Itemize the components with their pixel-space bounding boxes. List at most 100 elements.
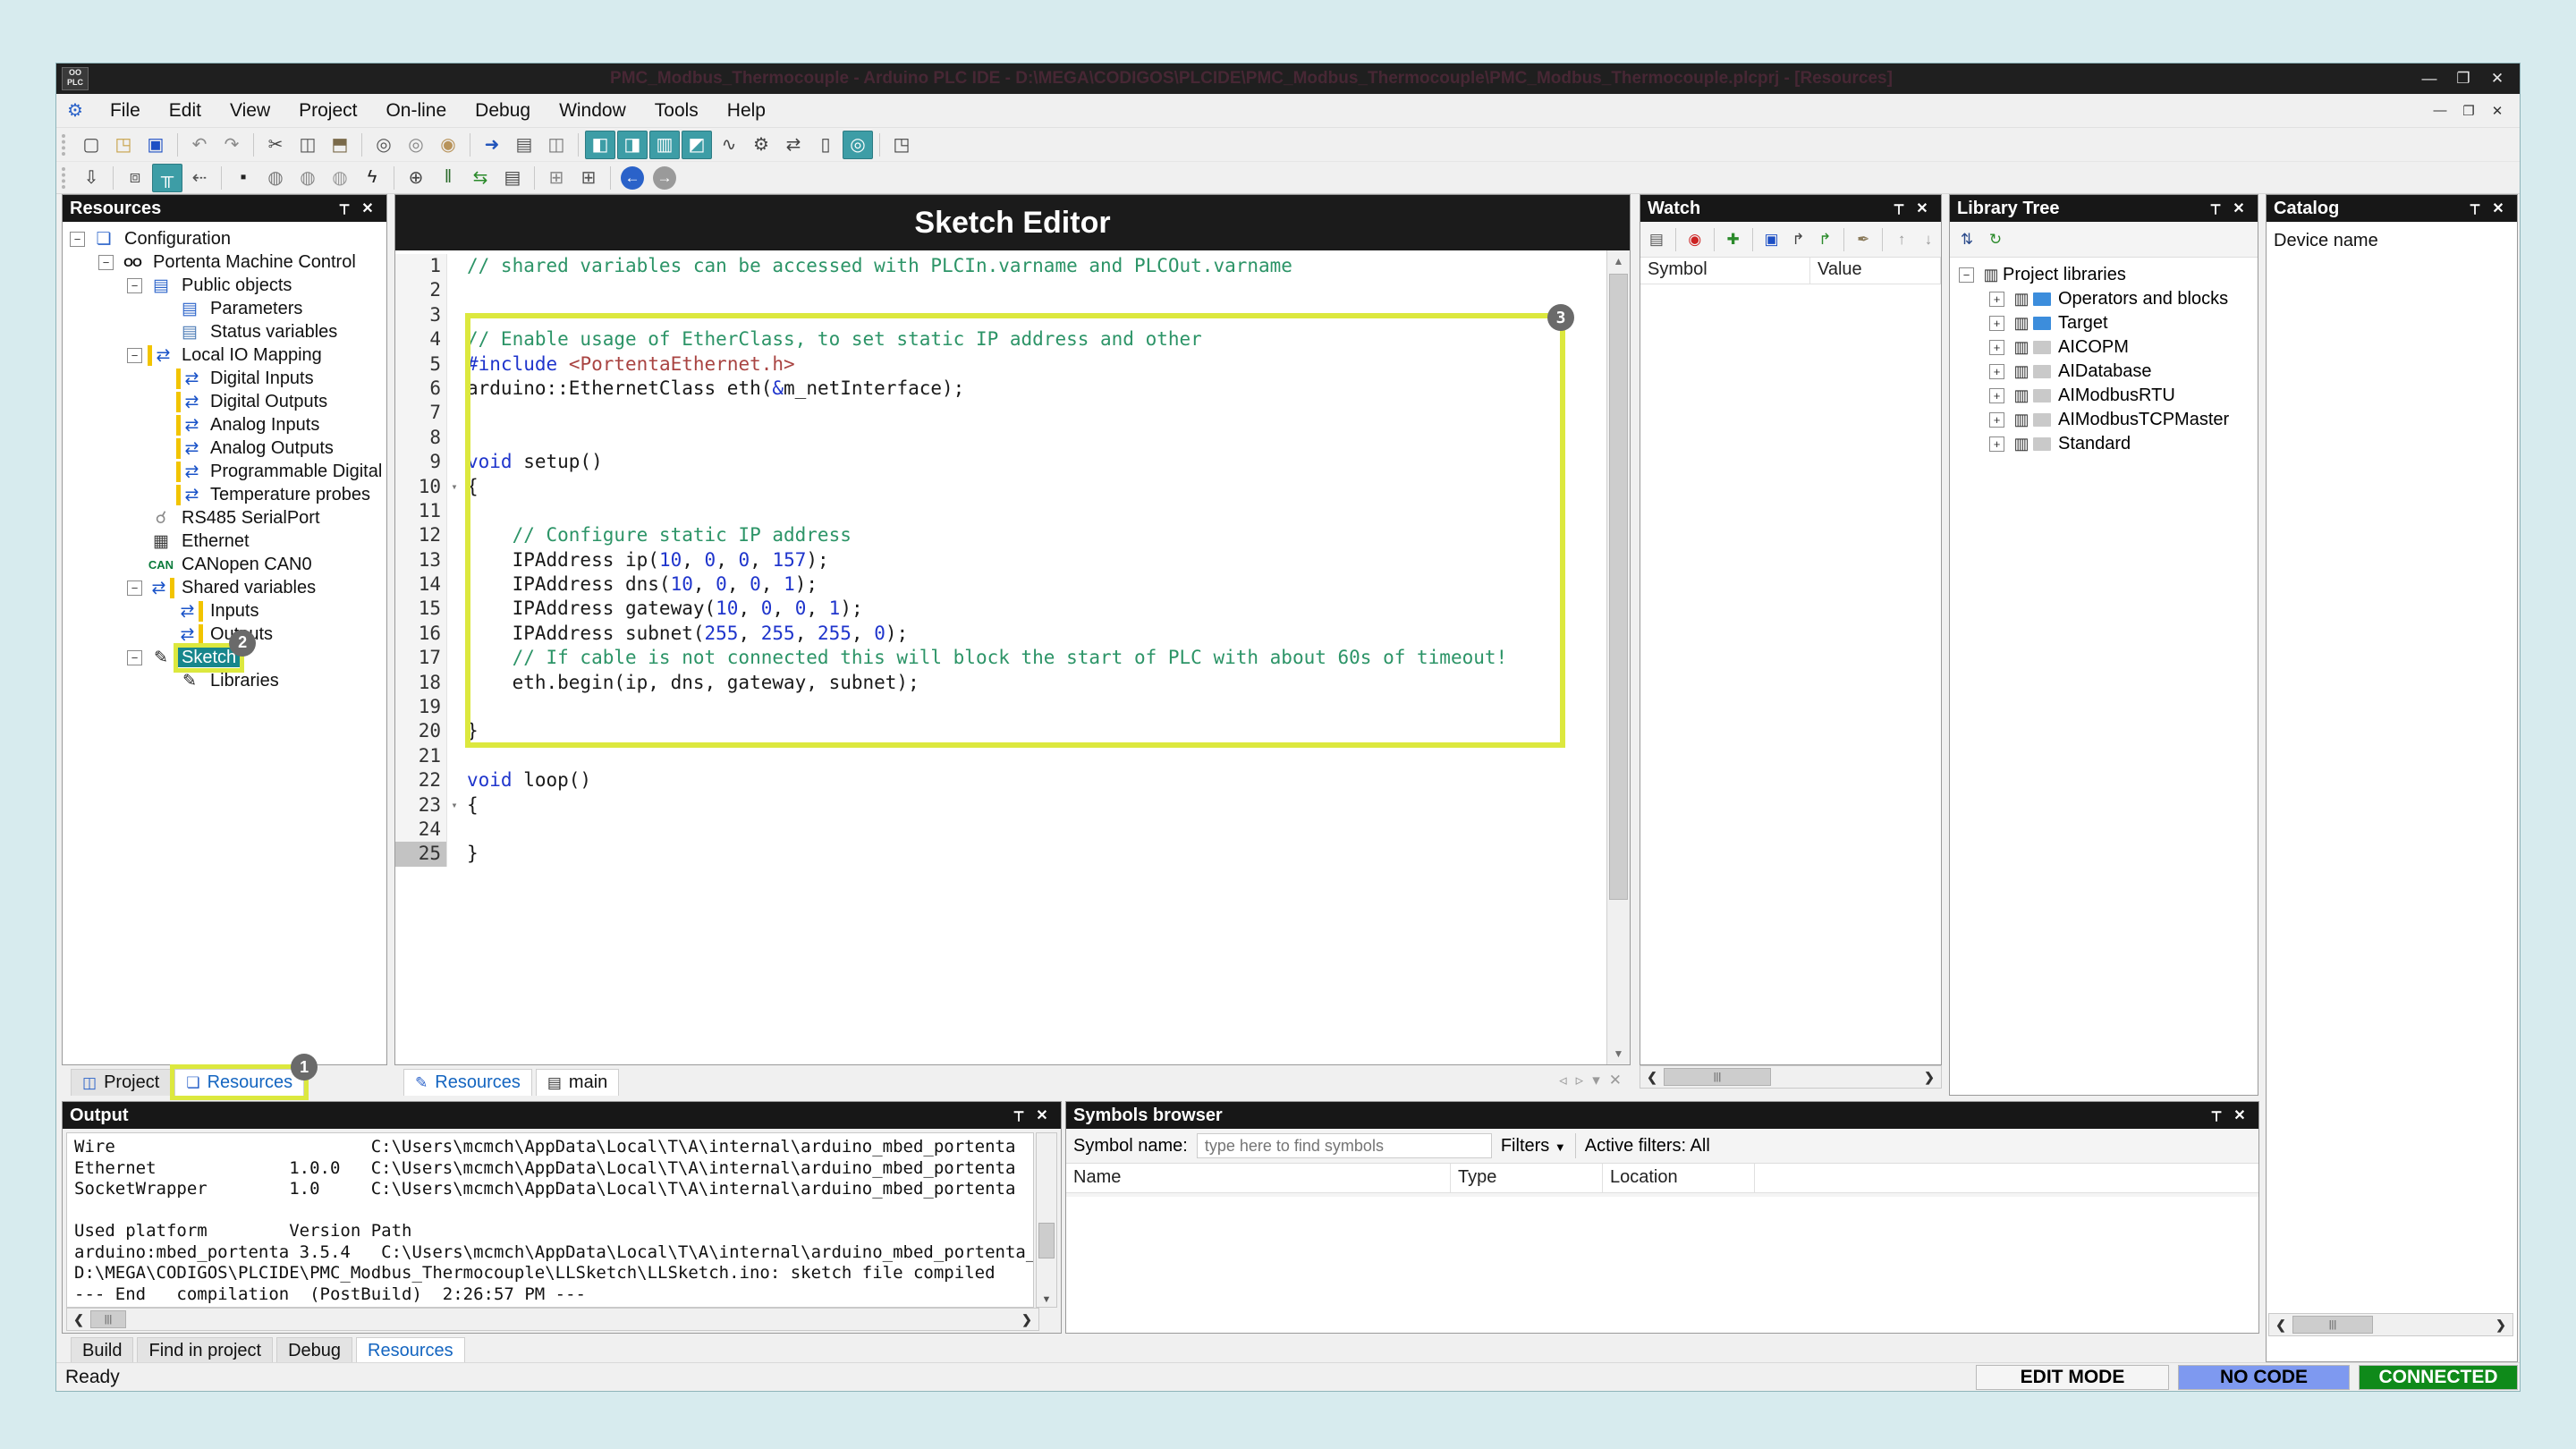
restore-button[interactable]: ❐ [2448,70,2479,88]
build-icon[interactable]: ‖ [433,164,463,192]
close-icon[interactable]: ✕ [2487,199,2510,217]
menu-debug[interactable]: Debug [461,97,545,125]
pin-icon[interactable]: ⟂ [1007,1107,1030,1123]
fullscreen-icon[interactable]: ◳ [886,131,917,159]
pin-icon[interactable]: ⟂ [2463,200,2487,216]
library-item-aidatabase[interactable]: +▥AIDatabase [1950,360,2258,384]
tree-item-parameters[interactable]: ▤Parameters [63,297,386,320]
library-tree[interactable]: −▥Project libraries+▥Operators and block… [1950,258,2258,456]
options-window-icon[interactable]: ⚙ [746,131,776,159]
symbols-col-name[interactable]: Name [1066,1164,1451,1192]
oscilloscope-window-icon[interactable]: ∿ [714,131,744,159]
close-icon[interactable]: ✕ [2227,199,2250,217]
library-item-aicopm[interactable]: +▥AICOPM [1950,335,2258,360]
add-symbol-icon[interactable]: ✚ [1721,227,1746,252]
text-window-icon[interactable]: ▯ [810,131,841,159]
hot-restart-icon[interactable]: ◍ [325,164,355,192]
code-area[interactable]: 1// shared variables can be accessed wit… [395,250,1606,1064]
grid-props-icon[interactable]: ⊞ [573,164,604,192]
menu-file[interactable]: File [96,97,155,125]
scroll-up-icon[interactable]: ▲ [1607,250,1630,272]
copy-icon[interactable]: ◫ [292,131,323,159]
open-project-icon[interactable]: ◳ [108,131,139,159]
tab-prev-icon[interactable]: ◃ [1559,1072,1567,1089]
tree-item-ethernet[interactable]: ▦Ethernet [63,530,386,553]
symbols-window-icon[interactable]: ◎ [843,131,873,159]
paste-icon[interactable]: ⬒ [325,131,355,159]
tab-next-icon[interactable]: ▹ [1576,1072,1584,1089]
find-in-project-icon[interactable]: ◉ [433,131,463,159]
watch-list-icon[interactable]: ▤ [1644,227,1669,252]
pin-icon[interactable]: ⟂ [2205,1107,2228,1123]
output-hscrollbar[interactable]: ❮ ||| ❯ [66,1308,1039,1331]
move-up-icon[interactable]: ↑ [1889,227,1914,252]
print-preview-icon[interactable]: ◫ [541,131,572,159]
grid-icon[interactable]: ⊞ [541,164,572,192]
library-item-aimodbustcpmaster[interactable]: +▥AIModbusTCPMaster [1950,408,2258,432]
pin-icon[interactable]: ⟂ [2204,200,2227,216]
menu-window[interactable]: Window [545,97,640,125]
export-icon[interactable]: ↱ [1786,227,1811,252]
panel-tab-project[interactable]: ◫Project [71,1069,171,1096]
tree-item-analog-outputs[interactable]: ⇄Analog Outputs [63,436,386,460]
find-next-icon[interactable]: ◎ [401,131,431,159]
record-icon[interactable]: ◉ [1682,227,1707,252]
symbol-search-input[interactable] [1197,1133,1492,1158]
export-add-icon[interactable]: ↱ [1812,227,1837,252]
online-build-icon[interactable]: ⊕ [401,164,431,192]
connect-icon[interactable]: ╥ [152,164,182,192]
find-icon[interactable]: ◎ [369,131,399,159]
clear-watch-icon[interactable]: ✒ [1851,227,1876,252]
project-window-icon[interactable]: ◧ [585,131,615,159]
menu-tools[interactable]: Tools [640,97,713,125]
tree-item-status-variables[interactable]: ▤Status variables [63,320,386,343]
editor-tab-resources[interactable]: ✎Resources [403,1069,532,1096]
minimize-button[interactable]: — [2414,70,2445,88]
menu-help[interactable]: Help [713,97,780,125]
library-item-aimodbusrtu[interactable]: +▥AIModbusRTU [1950,384,2258,408]
navigate-forward-icon[interactable]: → [649,164,680,192]
library-item-standard[interactable]: +▥Standard [1950,432,2258,456]
close-icon[interactable]: ✕ [356,199,379,217]
scroll-left-icon[interactable]: ❮ [1640,1070,1664,1085]
menu-edit[interactable]: Edit [155,97,216,125]
tree-item-configuration[interactable]: −❏Configuration [63,227,386,250]
editor-vscrollbar[interactable]: ▲ ▼ [1606,250,1630,1064]
output-tab-build[interactable]: Build [71,1337,133,1364]
swap-window-icon[interactable]: ⇄ [778,131,809,159]
scroll-down-icon[interactable]: ▼ [1607,1043,1630,1064]
output-console[interactable]: Wire C:\Users\mcmch\AppData\Local\T\A\in… [66,1132,1034,1308]
title-bar[interactable]: OO PLC PMC_Modbus_Thermocouple - Arduino… [56,64,2520,94]
scroll-thumb[interactable]: ||| [90,1310,126,1328]
tree-item-outputs[interactable]: ⇄Outputs [63,623,386,646]
resources-tree[interactable]: −❏Configuration−OOPortenta Machine Contr… [63,224,386,1064]
pin-icon[interactable]: ⟂ [1887,200,1911,216]
tree-item-libraries[interactable]: ✎Libraries [63,669,386,692]
scroll-right-icon[interactable]: ❯ [1015,1312,1038,1327]
tree-item-digital-outputs[interactable]: ⇄Digital Outputs [63,390,386,413]
close-icon[interactable]: ✕ [1030,1106,1054,1124]
watch-col-symbol[interactable]: Symbol [1640,258,1810,284]
tree-item-programmable-digital-i-o[interactable]: ⇄Programmable Digital I/O [63,460,386,483]
tab-close-icon[interactable]: ✕ [1609,1072,1622,1089]
menu-online[interactable]: On-line [371,97,461,125]
watch-window-icon[interactable]: ◩ [682,131,712,159]
library-window-icon[interactable]: ▥ [649,131,680,159]
warm-restart-icon[interactable]: ◍ [292,164,323,192]
watch-hscrollbar[interactable]: ❮ ||| ❯ [1640,1065,1942,1089]
save-watch-icon[interactable]: ▣ [1759,227,1784,252]
scroll-left-icon[interactable]: ❮ [2269,1318,2292,1333]
scroll-thumb[interactable] [1038,1223,1055,1258]
lib-sort-icon[interactable]: ⇅ [1953,227,1980,252]
output-tab-resources[interactable]: Resources [356,1337,465,1364]
symbols-col-type[interactable]: Type [1451,1164,1603,1192]
tree-item-rs485-serialport[interactable]: ☌RS485 SerialPort [63,506,386,530]
tree-item-inputs[interactable]: ⇄Inputs [63,599,386,623]
scroll-right-icon[interactable]: ❯ [1918,1070,1941,1085]
editor-tab-main[interactable]: ▤main [536,1069,619,1096]
print-icon[interactable]: ▤ [509,131,539,159]
download-plc-icon[interactable]: ⇩ [76,164,106,192]
new-project-icon[interactable]: ▢ [76,131,106,159]
output-vscrollbar[interactable]: ▼ [1036,1132,1057,1308]
cut-icon[interactable]: ✂ [260,131,291,159]
